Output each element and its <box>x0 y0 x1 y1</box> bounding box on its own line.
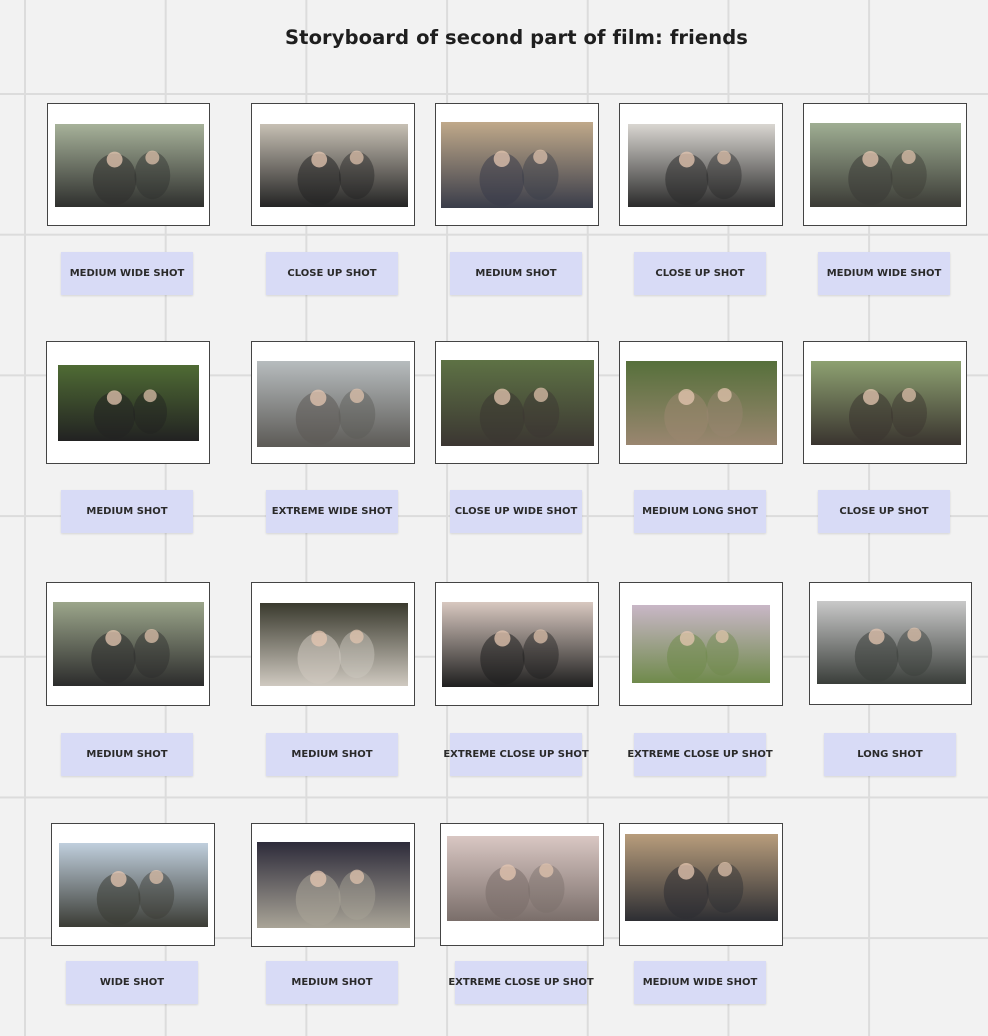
storyboard-frame[interactable] <box>51 823 215 946</box>
shot-type-label[interactable]: MEDIUM SHOT <box>61 733 193 776</box>
shot-type-label[interactable]: MEDIUM WIDE SHOT <box>818 252 950 295</box>
shot-type-label[interactable]: CLOSE UP SHOT <box>634 252 766 295</box>
kitchen-wide-photo <box>625 834 778 921</box>
shot-type-label[interactable]: MEDIUM SHOT <box>266 961 398 1004</box>
storyboard-frame[interactable] <box>435 582 599 706</box>
night-dance-photo <box>257 842 410 928</box>
smiling-friends-photo <box>811 361 961 445</box>
kiss-on-cheek-photo <box>628 124 775 207</box>
kitchen-cheering-photo <box>260 124 408 207</box>
storyboard-frame[interactable] <box>251 582 415 706</box>
shot-type-label[interactable]: MEDIUM SHOT <box>450 252 582 295</box>
shot-type-label[interactable]: EXTREME CLOSE UP SHOT <box>443 733 589 776</box>
toasting-table-photo <box>441 360 594 446</box>
shot-type-label[interactable]: MEDIUM LONG SHOT <box>634 490 766 533</box>
dancing-in-room-photo <box>441 122 593 208</box>
page-title: Storyboard of second part of film: frien… <box>285 26 748 49</box>
backyard-wide-photo <box>59 843 208 927</box>
shot-type-label[interactable]: MEDIUM WIDE SHOT <box>634 961 766 1004</box>
storyboard-frame[interactable] <box>251 341 415 464</box>
storyboard-frame[interactable] <box>47 103 210 226</box>
dark-doorway-photo <box>260 603 408 686</box>
garden-sofa-photo <box>626 361 777 445</box>
shot-type-label[interactable]: CLOSE UP SHOT <box>266 252 398 295</box>
shot-type-label[interactable]: EXTREME WIDE SHOT <box>266 490 398 533</box>
over-shoulder-photo <box>53 602 204 686</box>
face-blur-closeup-photo <box>632 605 770 683</box>
living-room-group-photo <box>55 124 204 207</box>
storyboard-frame[interactable] <box>619 823 783 946</box>
lips-closeup-photo <box>442 602 593 687</box>
seated-outdoors-photo <box>58 365 199 441</box>
shot-type-label[interactable]: LONG SHOT <box>824 733 956 776</box>
shot-type-label[interactable]: CLOSE UP WIDE SHOT <box>450 490 582 533</box>
through-doorway-photo <box>817 601 966 684</box>
storyboard-frame[interactable] <box>440 823 604 946</box>
storyboard-frame[interactable] <box>619 103 783 226</box>
shot-type-label[interactable]: WIDE SHOT <box>66 961 198 1004</box>
pout-closeup-photo <box>447 836 599 921</box>
storyboard-frame[interactable] <box>435 341 599 464</box>
storyboard-frame[interactable] <box>435 103 599 226</box>
storyboard-frame[interactable] <box>619 341 783 464</box>
shot-type-label[interactable]: MEDIUM WIDE SHOT <box>61 252 193 295</box>
storyboard-frame[interactable] <box>803 103 967 226</box>
shot-type-label[interactable]: MEDIUM SHOT <box>266 733 398 776</box>
storyboard-frame[interactable] <box>251 823 415 947</box>
shot-type-label[interactable]: MEDIUM SHOT <box>61 490 193 533</box>
storyboard-frame[interactable] <box>46 582 210 706</box>
storyboard-frame[interactable] <box>46 341 210 464</box>
storyboard-frame[interactable] <box>809 582 972 705</box>
shot-type-label[interactable]: EXTREME CLOSE UP SHOT <box>448 961 594 1004</box>
patio-wide-photo <box>257 361 410 447</box>
window-group-photo <box>810 123 961 207</box>
storyboard-frame[interactable] <box>619 582 783 706</box>
shot-type-label[interactable]: EXTREME CLOSE UP SHOT <box>627 733 773 776</box>
storyboard-frame[interactable] <box>251 103 415 226</box>
shot-type-label[interactable]: CLOSE UP SHOT <box>818 490 950 533</box>
storyboard-frame[interactable] <box>803 341 967 464</box>
